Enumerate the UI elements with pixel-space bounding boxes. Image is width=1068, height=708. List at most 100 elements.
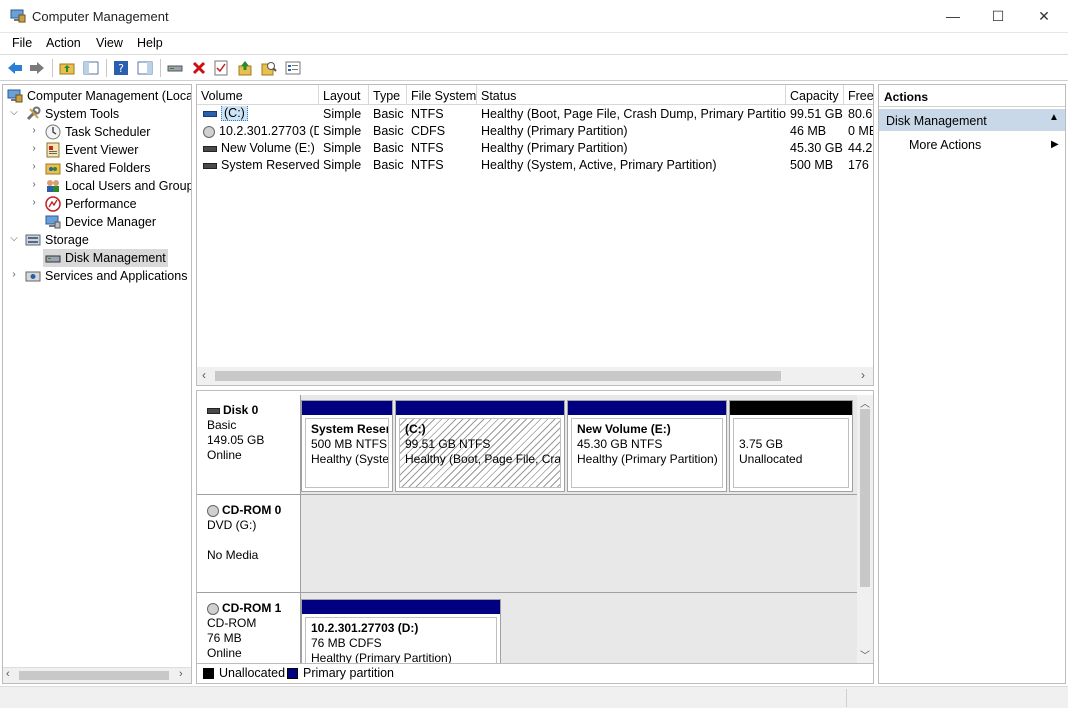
expand-chevron-icon[interactable]: › xyxy=(29,161,39,172)
expand-chevron-icon[interactable]: › xyxy=(29,197,39,208)
tree-item-task-scheduler[interactable]: Task Scheduler xyxy=(45,123,150,141)
column-header-capacity[interactable]: Capacity xyxy=(786,85,844,105)
column-header-free[interactable]: Free xyxy=(844,85,873,105)
tree-item-disk-management[interactable]: Disk Management xyxy=(43,249,168,267)
primary-partition-bar xyxy=(302,600,500,614)
users-icon xyxy=(45,178,61,194)
menu-action[interactable]: Action xyxy=(46,36,81,50)
menu-bar: File Action View Help xyxy=(0,33,1068,55)
collapse-chevron-icon[interactable]: ⌵ xyxy=(9,107,19,118)
menu-help[interactable]: Help xyxy=(137,36,163,50)
tree-label: Device Manager xyxy=(65,215,157,229)
tree-label: Disk Management xyxy=(65,251,166,265)
tree-item-event-viewer[interactable]: Event Viewer xyxy=(45,141,138,159)
tree-item-performance[interactable]: Performance xyxy=(45,195,137,213)
table-row[interactable]: New Volume (E:) xyxy=(199,141,319,158)
disk-0-label[interactable]: Disk 0 Basic 149.05 GB Online xyxy=(197,395,301,495)
unallocated-swatch xyxy=(203,668,214,679)
volume-layout: Simple xyxy=(323,107,362,121)
partition-unallocated[interactable]: 3.75 GB Unallocated xyxy=(729,400,853,492)
connect-drive-icon[interactable] xyxy=(166,59,184,77)
back-icon[interactable] xyxy=(6,59,24,77)
tree-item-storage[interactable]: Storage xyxy=(25,231,89,249)
expand-chevron-icon[interactable]: › xyxy=(9,269,19,280)
scroll-left-icon[interactable]: ‹ xyxy=(6,668,10,680)
disk-size: 76 MB xyxy=(207,631,242,645)
minimize-button[interactable]: — xyxy=(930,0,976,32)
tree-item-services-applications[interactable]: Services and Applications xyxy=(25,267,187,285)
partition-system-reserved[interactable]: System Reser 500 MB NTFS Healthy (Syster xyxy=(301,400,393,492)
console-options-icon[interactable] xyxy=(284,59,302,77)
properties-icon[interactable] xyxy=(212,59,230,77)
export-list-icon[interactable] xyxy=(236,59,254,77)
column-header-type[interactable]: Type xyxy=(369,85,407,105)
volume-layout: Simple xyxy=(323,124,362,138)
maximize-button[interactable]: ☐ xyxy=(975,0,1021,32)
scroll-right-icon[interactable]: › xyxy=(179,668,183,680)
tree-item-computer-management[interactable]: Computer Management (Local xyxy=(7,87,192,105)
tree-item-shared-folders[interactable]: Shared Folders xyxy=(45,159,150,177)
column-header-volume[interactable]: Volume xyxy=(197,85,319,105)
vertical-scrollbar[interactable]: ︿ ﹀ xyxy=(857,395,873,663)
forward-icon[interactable] xyxy=(28,59,46,77)
table-row[interactable]: 10.2.301.27703 (D:) xyxy=(199,124,319,141)
show-hide-action-pane-icon[interactable] xyxy=(136,59,154,77)
actions-section-disk-management[interactable]: Disk Management ▲ xyxy=(879,109,1065,131)
tree-label: System Tools xyxy=(45,107,120,121)
cd-drive-icon xyxy=(203,125,215,138)
table-row[interactable]: (C:) xyxy=(199,106,319,123)
volume-type: Basic xyxy=(373,158,404,172)
legend: Unallocated Primary partition xyxy=(196,664,874,684)
help-icon[interactable]: ? xyxy=(112,59,130,77)
disk-size xyxy=(207,533,300,548)
tree-item-device-manager[interactable]: Device Manager xyxy=(45,213,156,231)
up-folder-icon[interactable] xyxy=(58,59,76,77)
scroll-right-icon[interactable]: › xyxy=(861,368,865,382)
partition-size: 45.30 GB NTFS xyxy=(577,437,663,451)
partition-e[interactable]: New Volume (E:) 45.30 GB NTFS Healthy (P… xyxy=(567,400,727,492)
collapse-chevron-icon[interactable]: ⌵ xyxy=(9,233,19,244)
scroll-up-icon[interactable]: ︿ xyxy=(860,395,870,410)
delete-icon[interactable] xyxy=(190,59,208,77)
cdrom-0-area xyxy=(301,495,857,593)
submenu-arrow-icon[interactable]: ▶ xyxy=(1051,139,1059,150)
partition-size: 500 MB NTFS xyxy=(311,437,388,451)
horizontal-scrollbar[interactable]: ‹ › xyxy=(197,367,873,385)
table-row[interactable]: System Reserved xyxy=(199,158,319,175)
expand-chevron-icon[interactable]: › xyxy=(29,143,39,154)
volume-status: Healthy (System, Active, Primary Partiti… xyxy=(481,158,717,172)
tree-item-local-users-groups[interactable]: Local Users and Groups xyxy=(45,177,191,195)
volume-capacity: 45.30 GB xyxy=(790,141,843,155)
expand-chevron-icon[interactable]: › xyxy=(29,179,39,190)
tree-item-system-tools[interactable]: System Tools xyxy=(25,105,119,123)
expand-chevron-icon[interactable]: › xyxy=(29,125,39,136)
column-header-status[interactable]: Status xyxy=(477,85,786,105)
disk-type: DVD (G:) xyxy=(207,518,257,532)
partition-c[interactable]: (C:) 99.51 GB NTFS Healthy (Boot, Page F… xyxy=(395,400,565,492)
disk-name: Disk 0 xyxy=(223,403,259,417)
search-icon[interactable] xyxy=(260,59,278,77)
close-button[interactable]: ✕ xyxy=(1021,0,1067,32)
volume-name: System Reserved xyxy=(221,158,319,172)
more-actions-item[interactable]: More Actions xyxy=(909,138,981,152)
scroll-thumb[interactable] xyxy=(860,409,870,587)
column-header-file-system[interactable]: File System xyxy=(407,85,477,105)
column-header-layout[interactable]: Layout xyxy=(319,85,369,105)
tree-label: Computer Management (Local xyxy=(27,89,192,103)
cdrom-1-label[interactable]: CD-ROM 1 CD-ROM 76 MB Online xyxy=(197,593,301,663)
disk-drive-icon xyxy=(45,250,61,266)
collapse-triangle-icon[interactable]: ▲ xyxy=(1049,112,1059,123)
scroll-down-icon[interactable]: ﹀ xyxy=(860,647,870,662)
menu-view[interactable]: View xyxy=(96,36,123,50)
scroll-left-icon[interactable]: ‹ xyxy=(202,368,206,382)
cdrom-0-label[interactable]: CD-ROM 0 DVD (G:) No Media xyxy=(197,495,301,593)
show-hide-console-tree-icon[interactable] xyxy=(82,59,100,77)
volume-capacity: 46 MB xyxy=(790,124,827,138)
scroll-thumb[interactable] xyxy=(215,371,781,381)
menu-file[interactable]: File xyxy=(12,36,32,50)
cd-drive-icon xyxy=(207,602,219,615)
scroll-thumb[interactable] xyxy=(19,671,169,680)
partition-d[interactable]: 10.2.301.27703 (D:) 76 MB CDFS Healthy (… xyxy=(301,599,501,663)
horizontal-scrollbar[interactable]: ‹ › xyxy=(3,667,191,683)
disk-size: 149.05 GB xyxy=(207,433,265,447)
